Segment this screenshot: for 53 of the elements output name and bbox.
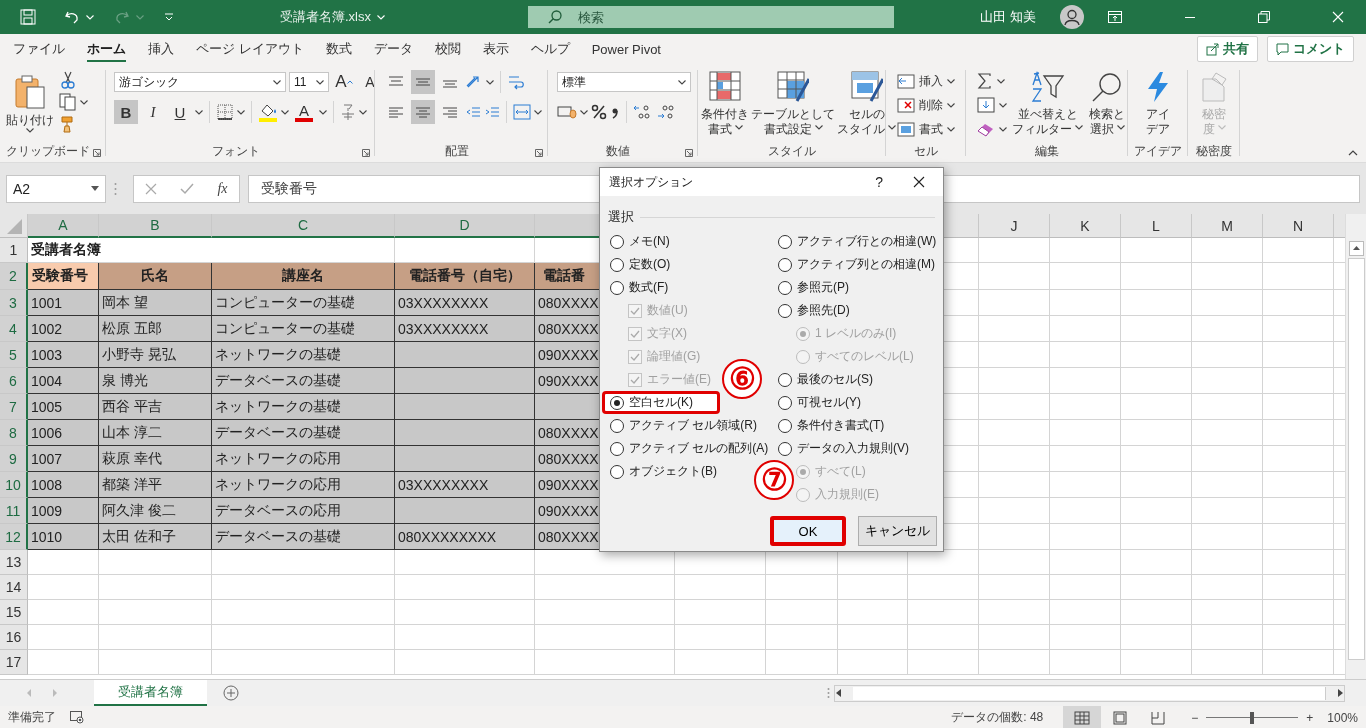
group-label: 編集 <box>1035 143 1059 160</box>
table-cell: 1006 <box>28 420 99 446</box>
table-cell: データベースの基礎 <box>212 420 395 446</box>
table-cell: 1010 <box>28 524 99 550</box>
status-text: 準備完了 <box>8 709 56 726</box>
table-cell: コンピューターの基礎 <box>212 316 395 342</box>
group-label: クリップボード <box>6 143 90 160</box>
group-label: 配置 <box>444 143 469 160</box>
group-label: 数値 <box>606 143 630 160</box>
table-cell: 1009 <box>28 498 99 524</box>
group-label: フォント <box>211 143 260 160</box>
table-cell: 岡本 望 <box>99 290 212 316</box>
table-cell: 西谷 平吉 <box>99 394 212 420</box>
header-cell: 講座名 <box>212 263 395 290</box>
table-cell: 1003 <box>28 342 99 368</box>
window-title: 受講者名簿.xlsx <box>280 8 371 26</box>
table-cell: ネットワークの基礎 <box>212 342 395 368</box>
group-label: セル <box>914 143 938 160</box>
header-cell: 受験番号 <box>28 263 99 290</box>
table-cell: 都築 洋平 <box>99 472 212 498</box>
table-cell: 山本 淳二 <box>99 420 212 446</box>
group-label: アイデア <box>1134 143 1182 160</box>
table-cell: ネットワークの基礎 <box>212 394 395 420</box>
table-cell: 萩原 幸代 <box>99 446 212 472</box>
table-cell: 1007 <box>28 446 99 472</box>
header-cell: 氏名 <box>99 263 212 290</box>
table-cell: データベースの応用 <box>212 498 395 524</box>
table-cell: 1008 <box>28 472 99 498</box>
header-cell: 電話番号（自宅） <box>395 263 535 290</box>
table-cell: 1001 <box>28 290 99 316</box>
table-cell: データベースの基礎 <box>212 368 395 394</box>
table-cell: データベースの基礎 <box>212 524 395 550</box>
table-cell: 小野寺 晃弘 <box>99 342 212 368</box>
group-label: 秘密度 <box>1196 143 1232 160</box>
table-cell: 1004 <box>28 368 99 394</box>
step-badge: ⑦ <box>754 460 794 500</box>
table-cell: ネットワークの応用 <box>212 472 395 498</box>
table-cell: ネットワークの応用 <box>212 446 395 472</box>
dialog-title: 選択オプション <box>609 173 693 191</box>
table-cell: 松原 五郎 <box>99 316 212 342</box>
table-cell: 03XXXXXXXX <box>395 472 535 498</box>
table-cell: 080XXXXXXXX <box>395 524 535 550</box>
group-label: スタイル <box>768 143 816 160</box>
table-cell: コンピューターの基礎 <box>212 290 395 316</box>
table-cell: 阿久津 俊二 <box>99 498 212 524</box>
table-cell: 03XXXXXXXX <box>395 290 535 316</box>
table-cell: 1002 <box>28 316 99 342</box>
table-cell: 太田 佐和子 <box>99 524 212 550</box>
table-cell: 泉 博光 <box>99 368 212 394</box>
step-badge: ⑥ <box>722 359 762 399</box>
table-cell: 03XXXXXXXX <box>395 316 535 342</box>
group-label: 選択 <box>608 208 634 226</box>
table-cell: 1005 <box>28 394 99 420</box>
